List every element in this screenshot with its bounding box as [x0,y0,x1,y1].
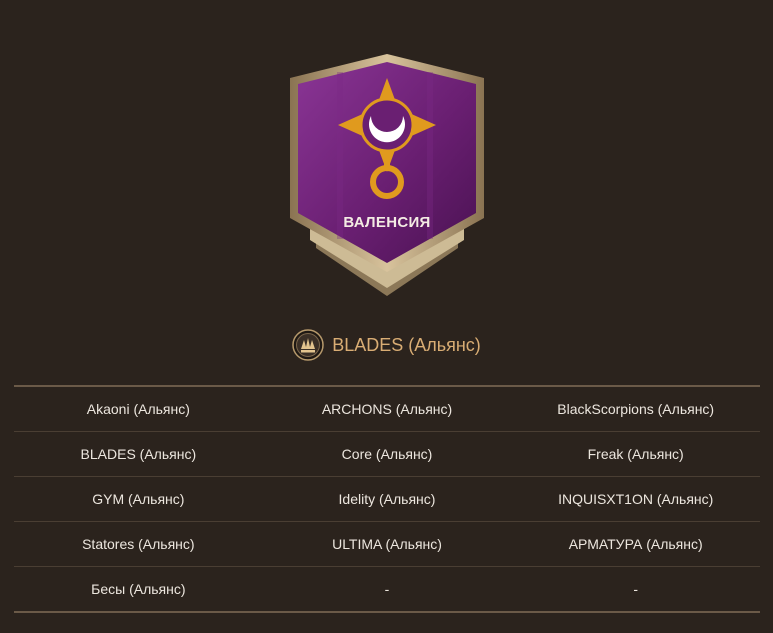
alliance-cell[interactable]: ULTIMA (Альянс) [263,522,512,566]
table-row: Akaoni (Альянс) ARCHONS (Альянс) BlackSc… [14,387,760,432]
territory-page: ВАЛЕНСИЯ BLADES (Альянс) Akaoni (Альянс)… [0,0,773,633]
alliance-cell[interactable]: BlackScorpions (Альянс) [511,387,760,431]
alliance-cell[interactable]: Akaoni (Альянс) [14,387,263,431]
alliance-crest-icon [292,329,324,361]
alliance-cell[interactable]: Idelity (Альянс) [263,477,512,521]
territory-crest: ВАЛЕНСИЯ [280,50,494,300]
alliance-cell[interactable]: Statores (Альянс) [14,522,263,566]
empty-cell: - [633,581,639,597]
alliance-cell[interactable]: ARCHONS (Альянс) [263,387,512,431]
owner-alliance: BLADES (Альянс) [0,328,773,362]
alliance-cell[interactable]: АРМАТУРА (Альянс) [511,522,760,566]
alliance-cell[interactable]: Core (Альянс) [263,432,512,476]
alliance-cell[interactable]: INQUISXT1ON (Альянс) [511,477,760,521]
empty-cell: - [384,581,390,597]
alliance-cell[interactable]: Бесы (Альянс) [14,567,263,611]
table-row: Бесы (Альянс) - - [14,567,760,611]
alliance-cell[interactable]: Freak (Альянс) [511,432,760,476]
alliance-cell[interactable]: BLADES (Альянс) [14,432,263,476]
owner-alliance-name[interactable]: BLADES (Альянс) [332,335,481,356]
table-row: Statores (Альянс) ULTIMA (Альянс) АРМАТУ… [14,522,760,567]
crest-banner-graphic [290,54,484,296]
territory-title: ВАЛЕНСИЯ [343,214,431,231]
table-row: BLADES (Альянс) Core (Альянс) Freak (Аль… [14,432,760,477]
alliance-cell[interactable]: GYM (Альянс) [14,477,263,521]
table-row: GYM (Альянс) Idelity (Альянс) INQUISXT1O… [14,477,760,522]
alliances-table: Akaoni (Альянс) ARCHONS (Альянс) BlackSc… [14,385,760,613]
